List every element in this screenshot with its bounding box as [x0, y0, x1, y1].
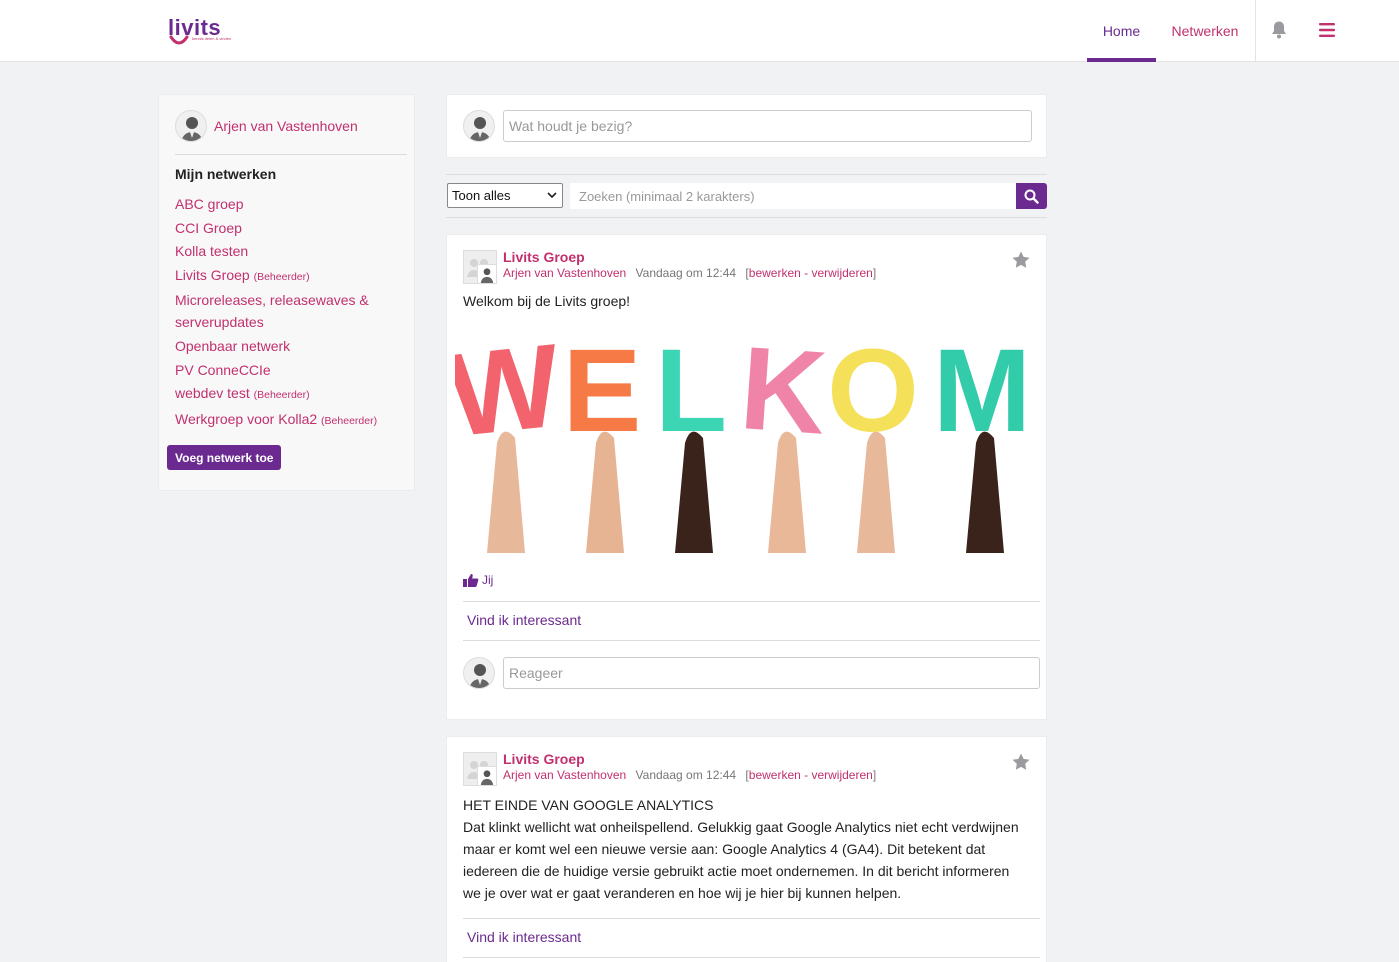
welkom-letter: O: [827, 325, 919, 457]
network-link[interactable]: CCI Groep: [175, 217, 407, 239]
like-button[interactable]: Vind ik interessant: [467, 929, 581, 945]
like-button[interactable]: Vind ik interessant: [467, 612, 581, 628]
welkom-letter: E: [563, 325, 642, 457]
top-navbar: livits kennis delen & vinden Home Netwer…: [0, 0, 1399, 62]
networks-list: ABC groep CCI Groep Kolla testen Livits …: [175, 193, 407, 433]
post-text: HET EINDE VAN GOOGLE ANALYTICS Dat klink…: [463, 794, 1033, 904]
network-link[interactable]: Microreleases, releasewaves & serverupda…: [175, 289, 407, 333]
post-text: Welkom bij de Livits groep!: [463, 293, 631, 309]
delete-link[interactable]: verwijderen: [811, 768, 872, 782]
network-link[interactable]: webdev test (Beheerder): [175, 382, 407, 406]
logo-smile-icon: [169, 35, 189, 45]
divider: [175, 154, 407, 155]
feed-post: Livits Groep Arjen van Vastenhoven Vanda…: [446, 736, 1047, 962]
welkom-letter: W: [455, 323, 567, 462]
feed-post: Livits Groep Arjen van Vastenhoven Vanda…: [446, 234, 1047, 720]
network-link[interactable]: Kolla testen: [175, 240, 407, 262]
network-link[interactable]: ABC groep: [175, 193, 407, 215]
search-button[interactable]: [1016, 183, 1047, 209]
divider: [463, 601, 1040, 602]
network-link[interactable]: PV ConneCCIe: [175, 359, 407, 381]
delete-link[interactable]: verwijderen: [811, 266, 872, 280]
post-time: Vandaag om 12:44: [635, 768, 737, 782]
post-meta: Arjen van Vastenhoven Vandaag om 12:44 […: [503, 768, 877, 782]
user-avatar[interactable]: [175, 110, 207, 142]
filter-select[interactable]: Toon alles: [447, 183, 563, 208]
logo-tagline: kennis delen & vinden: [192, 36, 232, 41]
edit-link[interactable]: bewerken: [749, 266, 801, 280]
welkom-image: WE L KO M: [455, 323, 1039, 553]
likes-summary[interactable]: Jij: [463, 573, 493, 587]
hamburger-menu-icon[interactable]: [1318, 21, 1336, 39]
nav-home[interactable]: Home: [1087, 0, 1156, 62]
welkom-letter: K: [736, 323, 830, 460]
post-time: Vandaag om 12:44: [635, 266, 737, 280]
admin-badge: (Beheerder): [253, 389, 310, 402]
commenter-avatar: [463, 657, 495, 689]
divider: [446, 217, 1047, 218]
network-link[interactable]: Openbaar netwerk: [175, 335, 407, 357]
post-line: Dat klinkt wellicht wat onheilspellend. …: [463, 819, 1019, 835]
post-title: HET EINDE VAN GOOGLE ANALYTICS: [463, 797, 714, 813]
post-group-link[interactable]: Livits Groep: [503, 751, 585, 767]
post-line: maar er komt wel een nieuwe versie aan: …: [463, 841, 986, 857]
admin-badge: (Beheerder): [321, 414, 378, 427]
add-network-button[interactable]: Voeg netwerk toe: [167, 445, 282, 470]
edit-link[interactable]: bewerken: [749, 768, 801, 782]
post-line: we je over wat er gaat veranderen en hoe…: [463, 885, 902, 901]
post-meta: Arjen van Vastenhoven Vandaag om 12:44 […: [503, 266, 877, 280]
welkom-letter: M: [933, 325, 1031, 457]
post-author-link[interactable]: Arjen van Vastenhoven: [503, 768, 626, 782]
nav-netwerken[interactable]: Netwerken: [1160, 0, 1250, 62]
networks-sidebar: Arjen van Vastenhoven Mijn netwerken ABC…: [158, 94, 415, 491]
star-icon[interactable]: [1011, 752, 1031, 772]
admin-badge: (Beheerder): [253, 270, 310, 283]
divider: [463, 918, 1040, 919]
my-networks-heading: Mijn netwerken: [175, 166, 277, 182]
user-avatar: [463, 110, 495, 142]
group-avatar[interactable]: [463, 752, 497, 786]
sidebar-user-name[interactable]: Arjen van Vastenhoven: [214, 118, 358, 134]
nav-divider: [1255, 0, 1256, 62]
network-link[interactable]: Livits Groep (Beheerder): [175, 264, 407, 288]
divider: [446, 174, 1047, 175]
group-avatar[interactable]: [463, 250, 497, 284]
comment-input[interactable]: Reageer: [503, 657, 1040, 689]
network-link[interactable]: Werkgroep voor Kolla2 (Beheerder): [175, 408, 407, 432]
search-input[interactable]: Zoeken (minimaal 2 karakters): [570, 183, 1016, 209]
divider: [463, 640, 1040, 641]
livits-logo[interactable]: livits kennis delen & vinden: [166, 13, 246, 47]
welkom-letter: L: [655, 325, 727, 457]
star-icon[interactable]: [1011, 250, 1031, 270]
post-group-link[interactable]: Livits Groep: [503, 249, 585, 265]
thumbs-up-icon: [463, 574, 479, 587]
status-composer: Wat houdt je bezig?: [446, 94, 1047, 158]
divider: [463, 957, 1040, 958]
chevron-down-icon: [547, 192, 557, 199]
post-author-link[interactable]: Arjen van Vastenhoven: [503, 266, 626, 280]
search-icon: [1024, 189, 1039, 204]
bell-icon[interactable]: [1270, 20, 1288, 40]
post-line: iedereen die de huidige versie gebruikt …: [463, 863, 1010, 879]
status-input[interactable]: Wat houdt je bezig?: [503, 110, 1032, 142]
